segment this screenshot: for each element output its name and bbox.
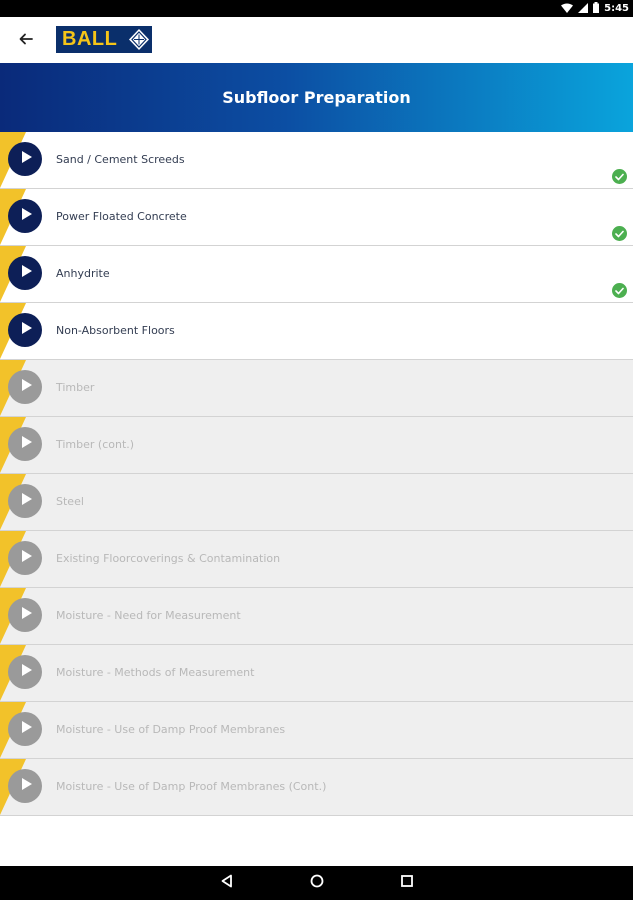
check-circle-icon [612,226,627,241]
nav-back-icon [220,874,234,893]
list-item-label: Anhydrite [56,267,110,280]
play-button[interactable] [8,484,42,518]
play-button[interactable] [8,427,42,461]
nav-home-button[interactable] [305,872,329,894]
list-item[interactable]: Sand / Cement Screeds [0,132,633,189]
play-icon [18,435,33,454]
play-button[interactable] [8,769,42,803]
play-button[interactable] [8,712,42,746]
navigation-bar [0,866,633,900]
list-item-label: Non-Absorbent Floors [56,324,175,337]
play-button[interactable] [8,142,42,176]
play-button[interactable] [8,256,42,290]
list-item[interactable]: Power Floated Concrete [0,189,633,246]
play-icon [18,150,33,169]
list-item[interactable]: Non-Absorbent Floors [0,303,633,360]
play-icon [18,663,33,682]
play-icon [18,378,33,397]
app-bar: BALL [0,17,633,63]
play-button[interactable] [8,313,42,347]
list-item[interactable]: Existing Floorcoverings & Contamination [0,531,633,588]
list-item[interactable]: Moisture - Use of Damp Proof Membranes [0,702,633,759]
check-circle-icon [612,169,627,184]
play-icon [18,549,33,568]
list-item[interactable]: Timber [0,360,633,417]
play-icon [18,207,33,226]
play-icon [18,264,33,283]
status-time: 5:45 [604,3,629,14]
arrow-back-icon [19,32,33,50]
list-item[interactable]: Steel [0,474,633,531]
nav-recents-button[interactable] [395,872,419,894]
list-item[interactable]: Moisture - Need for Measurement [0,588,633,645]
lesson-list: Sand / Cement Screeds Power Floated Concr… [0,132,633,816]
list-item-label: Timber [56,381,95,394]
logo-mark-icon [128,28,150,56]
play-icon [18,606,33,625]
list-item-label: Existing Floorcoverings & Contamination [56,552,281,565]
play-icon [18,492,33,511]
page-title: Subfloor Preparation [222,88,411,107]
ball-logo: BALL [56,26,152,53]
list-item[interactable]: Moisture - Methods of Measurement [0,645,633,702]
list-item-label: Moisture - Use of Damp Proof Membranes (… [56,780,327,793]
play-button[interactable] [8,199,42,233]
list-item-label: Moisture - Use of Damp Proof Membranes [56,723,286,736]
section-banner: Subfloor Preparation [0,63,633,132]
status-icons: 5:45 [561,0,629,17]
status-bar: 5:45 [0,0,633,17]
play-icon [18,777,33,796]
list-item-label: Timber (cont.) [56,438,135,451]
nav-recents-icon [400,874,414,893]
play-button[interactable] [8,655,42,689]
list-item[interactable]: Timber (cont.) [0,417,633,474]
list-item-label: Power Floated Concrete [56,210,187,223]
logo-text: BALL [62,28,118,50]
signal-icon [578,0,589,18]
play-button[interactable] [8,370,42,404]
play-icon [18,321,33,340]
play-button[interactable] [8,598,42,632]
list-item[interactable]: Moisture - Use of Damp Proof Membranes (… [0,759,633,816]
list-item-label: Moisture - Need for Measurement [56,609,241,622]
back-button[interactable] [12,29,40,53]
nav-home-icon [310,874,324,893]
play-icon [18,720,33,739]
battery-icon [593,0,600,18]
wifi-icon [561,0,574,18]
play-button[interactable] [8,541,42,575]
list-item[interactable]: Anhydrite [0,246,633,303]
check-circle-icon [612,283,627,298]
list-item-label: Steel [56,495,84,508]
list-item-label: Moisture - Methods of Measurement [56,666,255,679]
nav-back-button[interactable] [215,872,239,894]
list-item-label: Sand / Cement Screeds [56,153,185,166]
